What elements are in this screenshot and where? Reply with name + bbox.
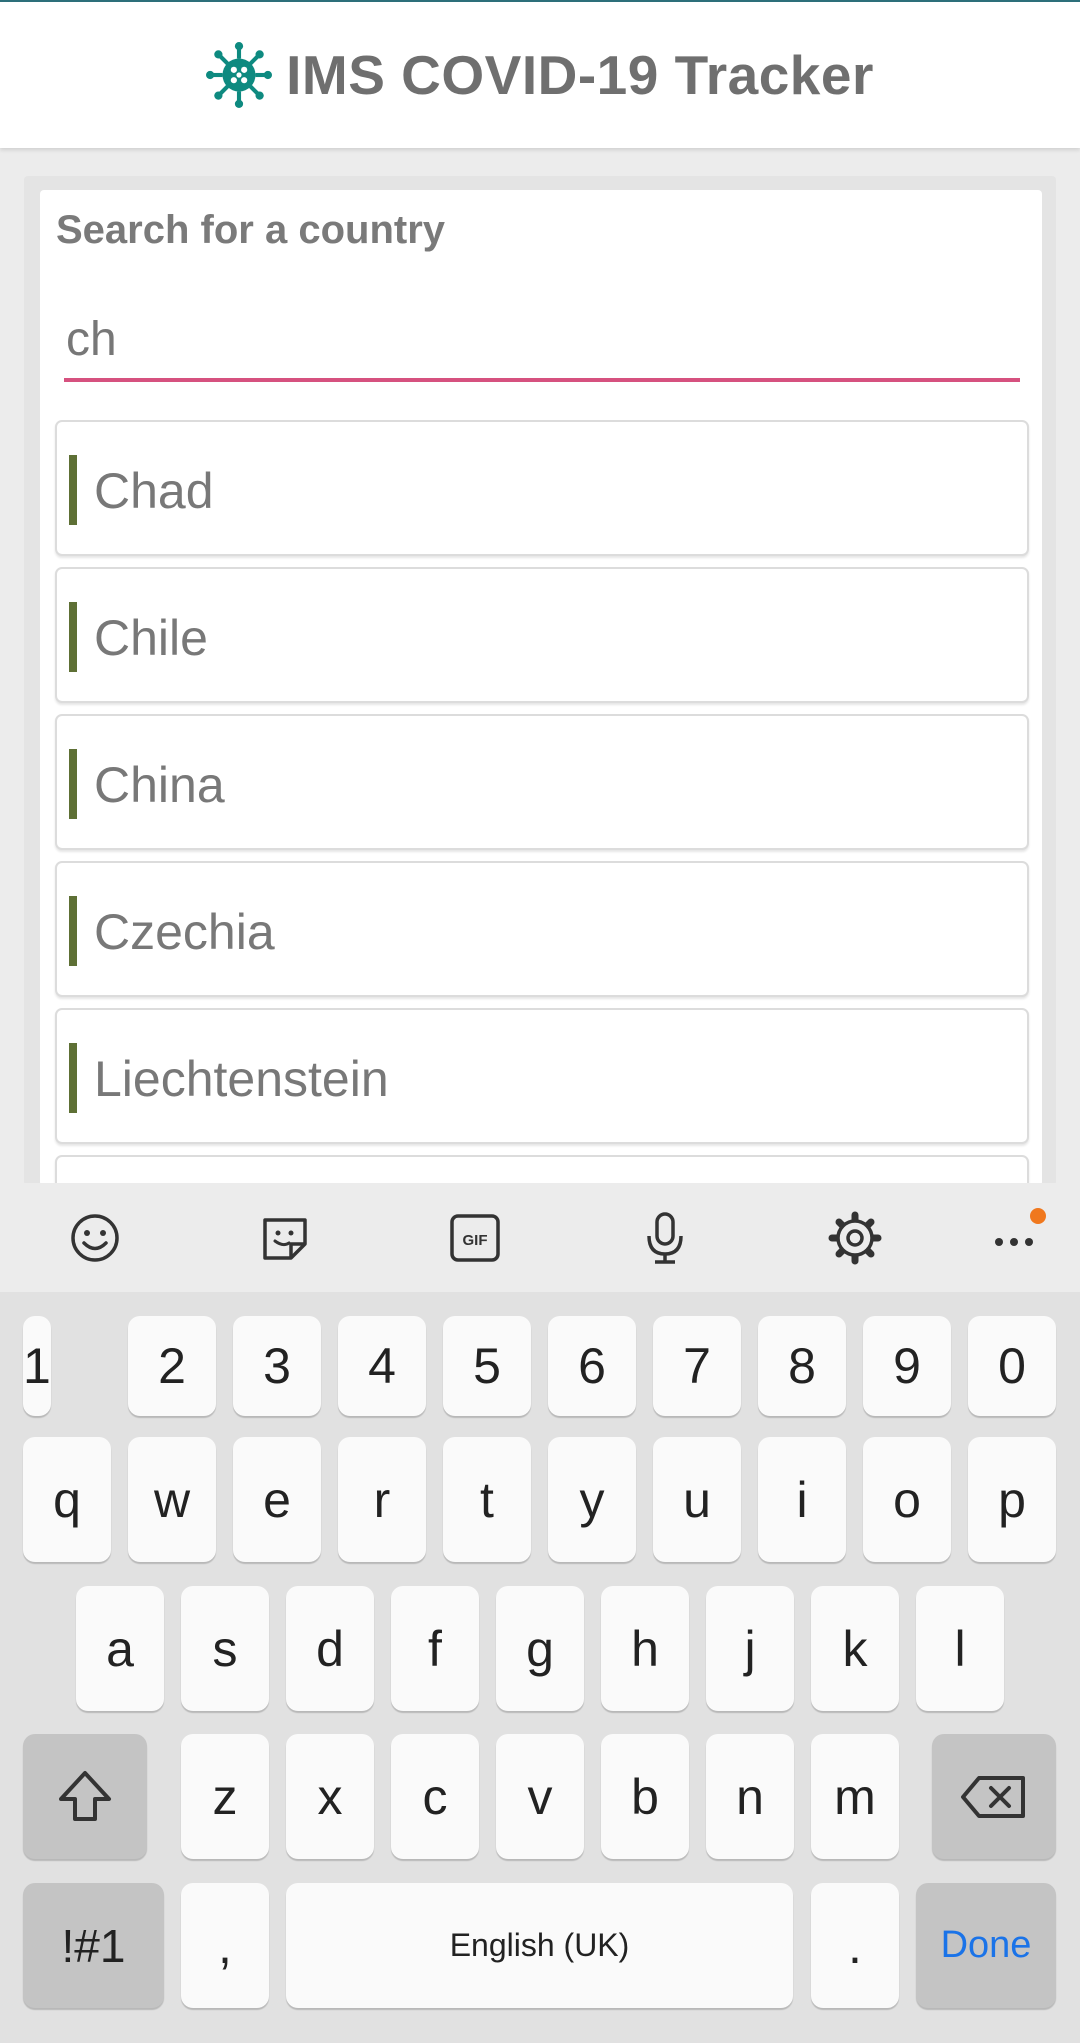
key-y[interactable]: y — [548, 1437, 636, 1562]
key-o[interactable]: o — [863, 1437, 951, 1562]
country-item[interactable]: Czechia — [55, 861, 1029, 997]
key-j[interactable]: j — [706, 1586, 794, 1711]
key-t[interactable]: t — [443, 1437, 531, 1562]
key-x[interactable]: x — [286, 1734, 374, 1859]
key-4[interactable]: 4 — [338, 1316, 426, 1416]
keyboard-toolbar: GIF — [0, 1183, 1080, 1292]
settings-icon[interactable] — [827, 1210, 883, 1266]
svg-text:GIF: GIF — [463, 1232, 488, 1249]
soft-keyboard: GIF 1 2 3 4 5 6 7 8 9 0 q w e r t y u i … — [0, 1183, 1080, 2043]
key-b[interactable]: b — [601, 1734, 689, 1859]
key-v[interactable]: v — [496, 1734, 584, 1859]
key-m[interactable]: m — [811, 1734, 899, 1859]
key-3[interactable]: 3 — [233, 1316, 321, 1416]
emoji-icon[interactable] — [67, 1210, 123, 1266]
notification-dot — [1030, 1208, 1046, 1224]
search-label: Search for a country — [56, 208, 446, 252]
country-name: Czechia — [94, 904, 275, 960]
country-accent-bar — [69, 602, 77, 672]
key-e[interactable]: e — [233, 1437, 321, 1562]
search-input[interactable] — [64, 300, 1020, 382]
key-7[interactable]: 7 — [653, 1316, 741, 1416]
key-u[interactable]: u — [653, 1437, 741, 1562]
country-accent-bar — [69, 896, 77, 966]
key-9[interactable]: 9 — [863, 1316, 951, 1416]
backspace-icon — [961, 1775, 1025, 1818]
country-item[interactable]: Chile — [55, 567, 1029, 703]
key-c[interactable]: c — [391, 1734, 479, 1859]
period-key[interactable]: . — [811, 1883, 899, 2008]
microphone-icon[interactable] — [637, 1210, 693, 1266]
country-accent-bar — [69, 455, 77, 525]
country-name: Chad — [94, 463, 214, 519]
backspace-key[interactable] — [932, 1734, 1056, 1859]
comma-key[interactable]: , — [181, 1883, 269, 2008]
key-p[interactable]: p — [968, 1437, 1056, 1562]
key-d[interactable]: d — [286, 1586, 374, 1711]
key-s[interactable]: s — [181, 1586, 269, 1711]
key-i[interactable]: i — [758, 1437, 846, 1562]
country-name: Chile — [94, 610, 208, 666]
shift-key[interactable] — [23, 1734, 147, 1859]
key-6[interactable]: 6 — [548, 1316, 636, 1416]
key-z[interactable]: z — [181, 1734, 269, 1859]
sticker-icon[interactable] — [257, 1210, 313, 1266]
key-2[interactable]: 2 — [128, 1316, 216, 1416]
key-5[interactable]: 5 — [443, 1316, 531, 1416]
done-key[interactable]: Done — [916, 1883, 1056, 2008]
shift-icon — [59, 1770, 111, 1821]
key-a[interactable]: a — [76, 1586, 164, 1711]
country-item[interactable]: Chad — [55, 420, 1029, 556]
key-f[interactable]: f — [391, 1586, 479, 1711]
symbols-key[interactable]: !#1 — [23, 1883, 164, 2008]
space-key[interactable]: English (UK) — [286, 1883, 793, 2008]
key-8[interactable]: 8 — [758, 1316, 846, 1416]
country-item[interactable]: Liechtenstein — [55, 1008, 1029, 1144]
key-w[interactable]: w — [128, 1437, 216, 1562]
key-1[interactable]: 1 — [23, 1316, 51, 1416]
key-k[interactable]: k — [811, 1586, 899, 1711]
key-0[interactable]: 0 — [968, 1316, 1056, 1416]
country-accent-bar — [69, 1043, 77, 1113]
country-item[interactable]: China — [55, 714, 1029, 850]
app-bar: IMS COVID-19 Tracker — [0, 0, 1080, 148]
key-q[interactable]: q — [23, 1437, 111, 1562]
virus-icon — [206, 42, 273, 108]
country-name: Liechtenstein — [94, 1051, 389, 1107]
country-accent-bar — [69, 749, 77, 819]
key-h[interactable]: h — [601, 1586, 689, 1711]
country-name: China — [94, 757, 225, 813]
key-r[interactable]: r — [338, 1437, 426, 1562]
key-g[interactable]: g — [496, 1586, 584, 1711]
key-l[interactable]: l — [916, 1586, 1004, 1711]
key-n[interactable]: n — [706, 1734, 794, 1859]
app-title: IMS COVID-19 Tracker — [286, 44, 874, 106]
gif-icon[interactable]: GIF — [447, 1210, 503, 1266]
